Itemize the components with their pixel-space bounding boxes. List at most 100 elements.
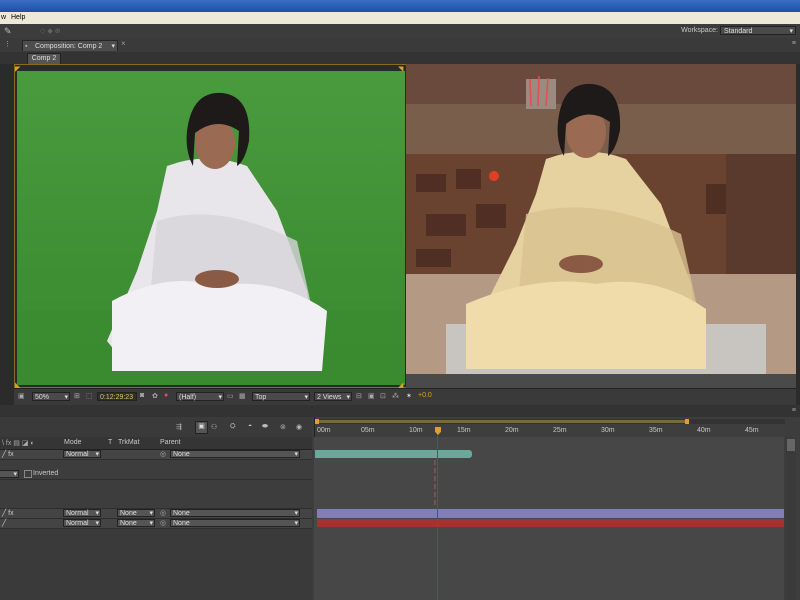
chevron-down-icon: ▾ [64,394,68,401]
time-ruler[interactable]: 00m 05m 10m 15m 20m 25m 30m 35m 40m 45m [314,417,785,437]
viewer-controls: ▣ 50% ▾ ⊞ ⬚ 0:12:29:23 ◙ ✿ ● (Half) ▾ ▭ ▦ … [14,388,796,405]
ruler-label: 30m [601,427,615,434]
draft-3d-icon[interactable]: ▣ [195,421,208,434]
column-t[interactable]: T [108,439,112,446]
layer-row[interactable]: ╱ fx Normal ▾ ◎ None ▾ [0,450,312,460]
column-parent[interactable]: Parent [160,439,181,446]
parent-select[interactable]: None ▾ [170,519,300,527]
toggle-pixel-aspect-icon[interactable]: ⊟ [356,392,362,400]
blend-mode-select[interactable]: Normal ▾ [63,519,101,527]
parent-select[interactable]: None ▾ [170,509,300,517]
chevron-down-icon: ▾ [95,451,99,458]
fast-previews-icon[interactable]: ▣ [368,392,375,400]
ruler-label: 40m [697,427,711,434]
view-select[interactable]: Top ▾ [252,392,310,401]
safe-margins-icon[interactable]: ⊞ [74,392,80,400]
selection-tool-icon[interactable]: ✎ [4,26,12,37]
mask-mode-select[interactable]: ▾ [0,470,19,478]
region-of-interest-icon[interactable]: ▭ [227,392,234,400]
workspace-label: Workspace: [681,27,718,34]
timeline-switches-toolbar: ⇶ ▣ ⚇ ⛭ ◓ ⬬ ⊚ ◉ [0,417,312,437]
ruler-label: 15m [457,427,471,434]
column-mode[interactable]: Mode [64,439,82,446]
motion-blur-icon[interactable]: ◓ [248,423,252,430]
left-view-green-screen[interactable] [17,71,405,385]
comp-mini-flowchart-icon[interactable]: ⇶ [176,423,182,431]
mask-properties-area [0,480,312,509]
menu-item-window[interactable]: w [1,14,6,21]
blend-mode-select[interactable]: Normal ▾ [63,509,101,517]
panel-grip-icon[interactable]: ⋮ [4,40,11,48]
inverted-label: Inverted [33,470,59,477]
exposure-value[interactable]: +0.0 [418,392,432,399]
tab-composition[interactable]: ▪ Composition: Comp 2 ▾ [22,40,118,51]
always-preview-icon[interactable]: ▣ [18,392,25,400]
mask-row[interactable]: ▾ Inverted [0,470,312,480]
layer-duration-bar[interactable] [315,450,472,458]
layer-duration-bar[interactable] [317,509,784,518]
flowchart-icon[interactable]: ⁂ [392,392,399,400]
chevron-down-icon: ▾ [304,394,308,401]
trkmat-select[interactable]: None ▾ [117,519,155,527]
mask-visibility-icon[interactable]: ⬚ [86,392,93,400]
green-screen-figure [17,92,405,385]
chevron-down-icon: ▾ [13,471,17,478]
switches-icons: \ fx ▤ ◪ ◐ [2,440,35,447]
chevron-down-icon: ▾ [294,451,298,458]
blend-mode-value: Normal [66,510,89,517]
timeline-scrollbar[interactable] [786,437,796,600]
resolution-select[interactable]: (Half) ▾ [176,392,224,401]
scrollbar-thumb[interactable] [787,439,795,451]
graph-editor-icon[interactable]: ⊚ [280,423,286,431]
composition-panel-header: ⋮ ▪ Composition: Comp 2 ▾ × ≡ [0,38,800,53]
pick-whip-icon[interactable]: ◎ [160,509,166,517]
snapshot-icon[interactable]: ◙ [140,392,144,399]
views-layout-select[interactable]: 2 Views ▾ [314,392,352,401]
menu-item-help[interactable]: Help [11,14,25,21]
timeline-icon[interactable]: ⊡ [380,392,386,400]
pick-whip-icon[interactable]: ◎ [160,450,166,458]
brainstorm-icon[interactable]: ⬬ [262,423,268,431]
trkmat-select[interactable]: None ▾ [117,509,155,517]
blend-mode-select[interactable]: Normal ▾ [63,450,101,458]
keyframe-markers[interactable]: IIIIII [434,460,436,508]
current-time-display[interactable]: 0:12:29:23 [97,392,137,401]
chevron-down-icon: ▾ [95,510,99,517]
transparency-grid-icon[interactable]: ▦ [239,392,246,400]
ruler-label: 20m [505,427,519,434]
hide-shy-layers-icon[interactable]: ⚇ [211,423,217,431]
frame-blending-icon[interactable]: ⛭ [230,423,236,431]
workspace-select[interactable]: Standard ▾ [720,26,796,35]
layer-duration-bar[interactable] [317,519,784,527]
layer-row[interactable]: ╱ Normal ▾ None ▾ ◎ None ▾ [0,519,312,529]
ruler-label: 05m [361,427,375,434]
zoom-select[interactable]: 50% ▾ [32,392,70,401]
chevron-down-icon[interactable]: ▾ [111,41,115,52]
column-trkmat[interactable]: TrkMat [118,439,140,446]
layer-row[interactable]: ╱ fx Normal ▾ None ▾ ◎ None ▾ [0,509,312,519]
right-view-composite[interactable] [406,64,796,374]
tool-options-icons: ◇ ◆ ⊕ [40,28,61,35]
playhead-line [437,435,438,600]
inverted-checkbox[interactable] [24,470,32,478]
work-area-start-handle[interactable] [315,419,319,424]
lock-icon[interactable]: ▪ [25,41,27,52]
chevron-down-icon: ▾ [149,510,153,517]
work-area-end-handle[interactable] [685,419,689,424]
work-area-range[interactable] [317,420,687,423]
layer-switches-icon[interactable]: ╱ fx [2,509,14,517]
layer-switches-icon[interactable]: ╱ [2,519,6,527]
show-snapshot-icon[interactable]: ✿ [152,392,158,400]
exposure-icon[interactable]: ✶ [406,392,412,400]
panel-menu-icon[interactable]: ≡ [792,407,796,414]
search-icon[interactable]: ◉ [296,423,302,431]
pick-whip-icon[interactable]: ◎ [160,519,166,527]
parent-select[interactable]: None ▾ [170,450,300,458]
close-icon[interactable]: × [121,39,126,48]
panel-menu-icon[interactable]: ≡ [792,40,796,47]
layer-column-header: \ fx ▤ ◪ ◐ Mode T TrkMat Parent [0,437,312,450]
layer-switches-icon[interactable]: ╱ fx [2,450,14,458]
chevron-down-icon: ▾ [149,520,153,527]
channel-icon[interactable]: ● [164,392,168,399]
chevron-down-icon: ▾ [294,520,298,527]
